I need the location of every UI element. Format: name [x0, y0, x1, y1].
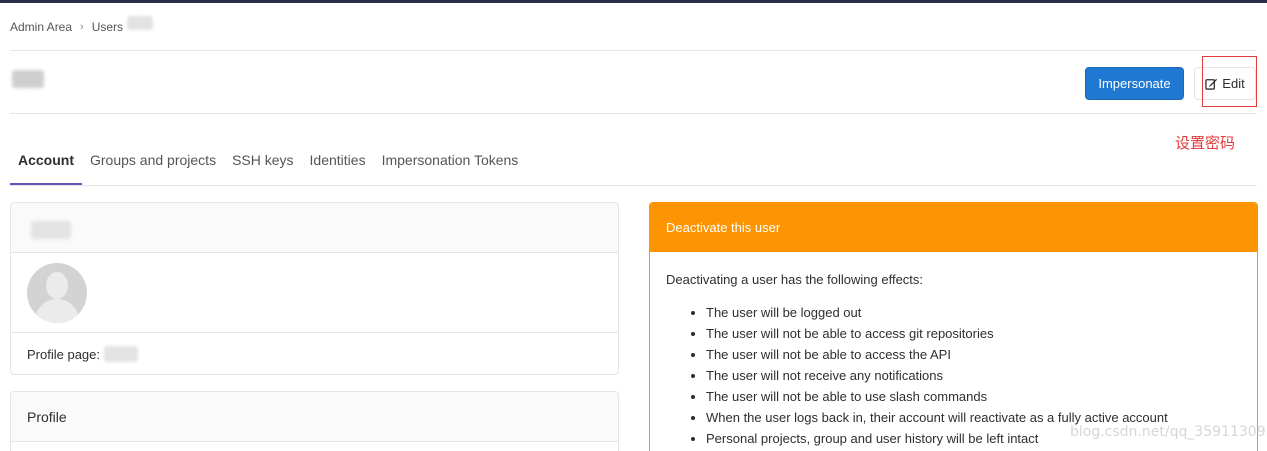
tab-account[interactable]: Account [10, 140, 82, 185]
profile-page-row: Profile page: [27, 346, 138, 362]
tab-identities[interactable]: Identities [302, 140, 374, 185]
chevron-right-icon: › [80, 21, 84, 33]
list-item: The user will be logged out [706, 302, 1241, 323]
profile-card: Profile [10, 391, 619, 451]
top-navbar [0, 0, 1267, 3]
breadcrumb: Admin Area › Users [10, 16, 154, 34]
divider [10, 113, 1257, 114]
list-item: The user will not be able to access the … [706, 344, 1241, 365]
breadcrumb-username-redacted [127, 16, 154, 30]
profile-page-label: Profile page: [27, 346, 100, 362]
deactivate-card-title: Deactivate this user [650, 203, 1257, 252]
account-name-redacted [31, 221, 71, 239]
account-card: Profile page: [10, 202, 619, 375]
impersonate-button[interactable]: Impersonate [1085, 67, 1184, 100]
user-name-redacted [12, 70, 44, 88]
breadcrumb-admin-area[interactable]: Admin Area [10, 20, 72, 34]
annotation-highlight-box [1202, 56, 1257, 107]
tab-impersonation-tokens[interactable]: Impersonation Tokens [374, 140, 527, 185]
account-card-header [11, 203, 618, 253]
tab-ssh-keys[interactable]: SSH keys [224, 140, 301, 185]
profile-page-link-redacted[interactable] [104, 346, 138, 362]
list-item: The user will not be able to access git … [706, 323, 1241, 344]
deactivate-card-body: Deactivating a user has the following ef… [650, 252, 1257, 451]
breadcrumb-users[interactable]: Users [92, 20, 123, 34]
avatar-head-shape [46, 272, 68, 299]
divider [10, 50, 1257, 51]
watermark: blog.csdn.net/qq_35911309 [1070, 424, 1266, 440]
tab-groups-and-projects[interactable]: Groups and projects [82, 140, 224, 185]
deactivate-user-card: Deactivate this user Deactivating a user… [649, 202, 1258, 451]
profile-card-title: Profile [11, 392, 618, 442]
list-item: The user will not receive any notificati… [706, 365, 1241, 386]
list-item: The user will not be able to use slash c… [706, 386, 1241, 407]
user-tabs: Account Groups and projects SSH keys Ide… [10, 140, 1257, 186]
deactivate-intro: Deactivating a user has the following ef… [666, 272, 924, 287]
avatar [27, 263, 87, 323]
avatar-row [11, 253, 618, 333]
avatar-body-shape [35, 299, 79, 323]
